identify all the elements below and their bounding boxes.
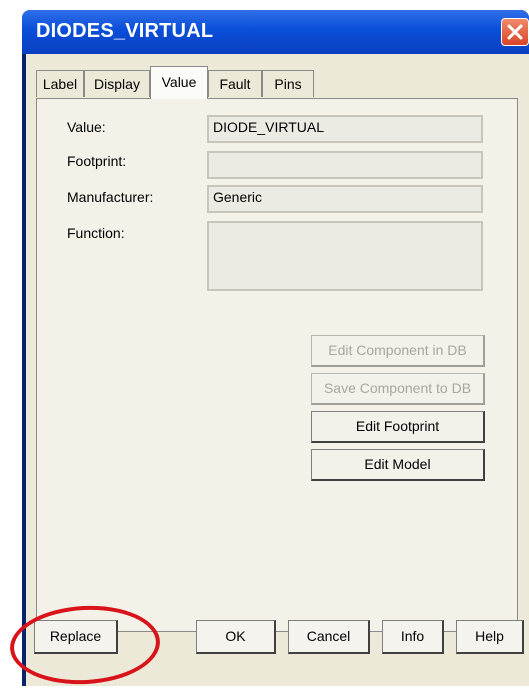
- dialog-body: Label Display Value Fault Pins Value: DI…: [26, 54, 529, 686]
- save-component-to-db-button[interactable]: Save Component to DB: [311, 373, 485, 405]
- function-label: Function:: [67, 225, 125, 241]
- manufacturer-label: Manufacturer:: [67, 189, 154, 205]
- value-tab-panel: Value: DIODE_VIRTUAL Footprint: Manufact…: [36, 98, 518, 632]
- manufacturer-field[interactable]: Generic: [207, 185, 483, 213]
- edit-model-button[interactable]: Edit Model: [311, 449, 485, 481]
- replace-button[interactable]: Replace: [34, 620, 118, 654]
- window-title: DIODES_VIRTUAL: [36, 20, 214, 42]
- help-button[interactable]: Help: [456, 620, 524, 654]
- cancel-button[interactable]: Cancel: [288, 620, 370, 654]
- info-button[interactable]: Info: [382, 620, 444, 654]
- footprint-field[interactable]: [207, 151, 483, 179]
- tab-display[interactable]: Display: [84, 70, 150, 97]
- tab-pins[interactable]: Pins: [262, 70, 314, 97]
- title-bar[interactable]: DIODES_VIRTUAL: [22, 10, 529, 54]
- dialog-window: DIODES_VIRTUAL Label Display Value Fault…: [22, 10, 529, 686]
- tab-label[interactable]: Label: [36, 70, 84, 97]
- function-field[interactable]: [207, 221, 483, 291]
- value-label: Value:: [67, 119, 106, 135]
- value-field[interactable]: DIODE_VIRTUAL: [207, 115, 483, 143]
- footprint-label: Footprint:: [67, 153, 127, 169]
- ok-button[interactable]: OK: [196, 620, 276, 654]
- tab-value[interactable]: Value: [150, 66, 208, 99]
- close-icon[interactable]: [501, 18, 529, 46]
- tab-fault[interactable]: Fault: [208, 70, 262, 97]
- edit-component-in-db-button[interactable]: Edit Component in DB: [311, 335, 485, 367]
- edit-footprint-button[interactable]: Edit Footprint: [311, 411, 485, 443]
